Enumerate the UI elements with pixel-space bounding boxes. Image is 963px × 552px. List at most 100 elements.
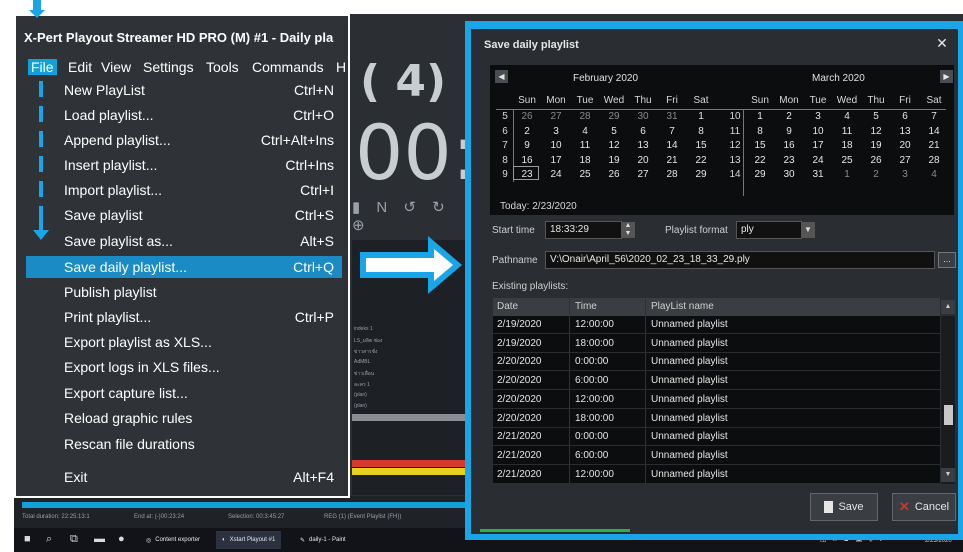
table-row[interactable]: 2/20/2020 6:00:00 Unnamed playlist [493, 372, 940, 391]
taskbar-task-content-exporter[interactable]: ◎ Content exporter [140, 531, 206, 549]
table-row[interactable]: 2/21/2020 12:00:00 Unnamed playlist [493, 466, 940, 484]
calendar-day[interactable]: 1 [834, 169, 860, 180]
calendar-day[interactable]: 27 [630, 169, 656, 180]
calendar-day[interactable]: 15 [747, 140, 773, 151]
menu-tools[interactable]: Tools [206, 59, 239, 75]
menu-item[interactable]: Exit Alt+F4 [26, 466, 342, 488]
calendar-day[interactable]: 26 [863, 155, 889, 166]
start-icon[interactable]: ■ [24, 533, 31, 545]
calendar-day[interactable]: 20 [892, 140, 918, 151]
playlist-row-warning[interactable] [352, 468, 467, 475]
calendar-day[interactable]: 21 [659, 155, 685, 166]
today-label[interactable]: Today: 2/23/2020 [500, 201, 577, 212]
calendar-day[interactable]: 3 [805, 111, 831, 122]
file-explorer-icon[interactable]: ▬ [94, 533, 105, 545]
menu-item[interactable]: Export logs in XLS files... [26, 356, 342, 378]
calendar-day[interactable]: 18 [572, 155, 598, 166]
calendar-day[interactable]: 31 [659, 111, 685, 122]
close-icon[interactable]: ✕ [932, 35, 952, 51]
menu-commands[interactable]: Commands [252, 59, 324, 75]
calendar-day[interactable]: 4 [921, 169, 947, 180]
menu-help[interactable]: H [336, 59, 346, 75]
calendar-day[interactable]: 29 [747, 169, 773, 180]
calendar-day[interactable]: 28 [921, 155, 947, 166]
playlist-row[interactable]: ข่าวเลื่อน [354, 370, 374, 378]
column-time[interactable]: Time [575, 301, 597, 312]
calendar-day[interactable]: 19 [863, 140, 889, 151]
playlist-row[interactable]: LS_ผลิต ช่อง [354, 337, 382, 345]
calendar-day[interactable]: 5 [601, 126, 627, 137]
menu-view[interactable]: View [101, 59, 131, 75]
menu-file[interactable]: File [28, 59, 57, 75]
playlist-row[interactable]: AdMBL [354, 359, 370, 365]
calendar-day[interactable]: 16 [776, 140, 802, 151]
calendar-day[interactable]: 4 [834, 111, 860, 122]
chrome-icon[interactable]: ● [118, 533, 125, 545]
calendar-day[interactable]: 2 [514, 126, 540, 137]
calendar-day[interactable]: 22 [688, 155, 714, 166]
calendar-day[interactable]: 9 [776, 126, 802, 137]
calendar-day[interactable]: 27 [892, 155, 918, 166]
table-row[interactable]: 2/21/2020 6:00:00 Unnamed playlist [493, 447, 940, 465]
menu-item[interactable]: Insert playlist... Ctrl+Ins [26, 154, 342, 176]
calendar-day[interactable]: 13 [892, 126, 918, 137]
calendar-day[interactable]: 7 [659, 126, 685, 137]
calendar-day[interactable]: 22 [747, 155, 773, 166]
menu-item[interactable]: Save daily playlist... Ctrl+Q [26, 256, 342, 278]
browse-button[interactable]: ... [938, 252, 956, 268]
pathname-input[interactable]: V:\Onair\April_56\2020_02_23_18_33_29.pl… [545, 251, 935, 269]
table-row[interactable]: 2/21/2020 0:00:00 Unnamed playlist [493, 428, 940, 447]
calendar-day[interactable]: 5 [863, 111, 889, 122]
scrollbar-thumb[interactable] [944, 405, 953, 425]
menu-item[interactable]: Save playlist Ctrl+S [26, 204, 342, 226]
calendar-day[interactable]: 12 [601, 140, 627, 151]
menu-item[interactable]: Append playlist... Ctrl+Alt+Ins [26, 129, 342, 151]
search-icon[interactable]: ⌕ [46, 533, 52, 546]
calendar-day[interactable]: 13 [630, 140, 656, 151]
scroll-down-icon[interactable]: ▼ [941, 468, 955, 482]
calendar-day[interactable]: 30 [630, 111, 656, 122]
table-row[interactable]: 2/19/2020 18:00:00 Unnamed playlist [493, 335, 940, 353]
menu-item[interactable]: Load playlist... Ctrl+O [26, 104, 342, 126]
next-month-icon[interactable]: ▶ [940, 70, 953, 83]
calendar-day[interactable]: 11 [834, 126, 860, 137]
calendar-day[interactable]: 24 [543, 169, 569, 180]
table-row[interactable]: 2/20/2020 18:00:00 Unnamed playlist [493, 410, 940, 428]
calendar-day[interactable]: 17 [805, 140, 831, 151]
calendar-day[interactable]: 17 [543, 155, 569, 166]
chevron-down-icon[interactable]: ▼ [801, 222, 815, 238]
calendar-day[interactable]: 26 [601, 169, 627, 180]
calendar-day[interactable]: 10 [805, 126, 831, 137]
calendar-day[interactable]: 1 [747, 111, 773, 122]
calendar-day[interactable]: 23 [776, 155, 802, 166]
calendar-day[interactable]: 9 [514, 140, 540, 151]
calendar-day[interactable]: 16 [514, 155, 540, 166]
table-row[interactable]: 2/20/2020 12:00:00 Unnamed playlist [493, 391, 940, 409]
calendar-day[interactable]: 28 [572, 111, 598, 122]
playlist-row[interactable]: ละคร 1 [354, 381, 370, 389]
calendar-day[interactable]: 28 [659, 169, 685, 180]
taskbar-task-paint[interactable]: ✎ daily-1 - Paint [294, 531, 352, 549]
table-scrollbar[interactable] [941, 316, 955, 484]
calendar-day[interactable]: 14 [659, 140, 685, 151]
calendar-day[interactable]: 10 [543, 140, 569, 151]
calendar-day[interactable]: 8 [747, 126, 773, 137]
calendar-day[interactable]: 27 [543, 111, 569, 122]
transport-toolbar[interactable]: ▮ N ↺ ↻ ⊕ [352, 198, 462, 234]
calendar-day[interactable]: 15 [688, 140, 714, 151]
save-button[interactable]: Save [810, 493, 878, 521]
calendar-day[interactable]: 14 [921, 126, 947, 137]
calendar-day[interactable]: 21 [921, 140, 947, 151]
calendar-day[interactable]: 3 [543, 126, 569, 137]
calendar-day[interactable]: 7 [921, 111, 947, 122]
menu-item[interactable]: Import playlist... Ctrl+I [26, 179, 342, 201]
cancel-button[interactable]: ✕ Cancel [892, 493, 956, 521]
start-time-input[interactable]: 18:33:29 [545, 221, 622, 239]
menu-item[interactable]: Rescan file durations [26, 433, 342, 455]
calendar-day[interactable]: 20 [630, 155, 656, 166]
menu-item[interactable]: Reload graphic rules [26, 407, 342, 429]
menu-item[interactable]: Save playlist as... Alt+S [26, 230, 342, 252]
calendar-day[interactable]: 25 [834, 155, 860, 166]
calendar-day[interactable]: 4 [572, 126, 598, 137]
table-row[interactable]: 2/20/2020 0:00:00 Unnamed playlist [493, 353, 940, 372]
